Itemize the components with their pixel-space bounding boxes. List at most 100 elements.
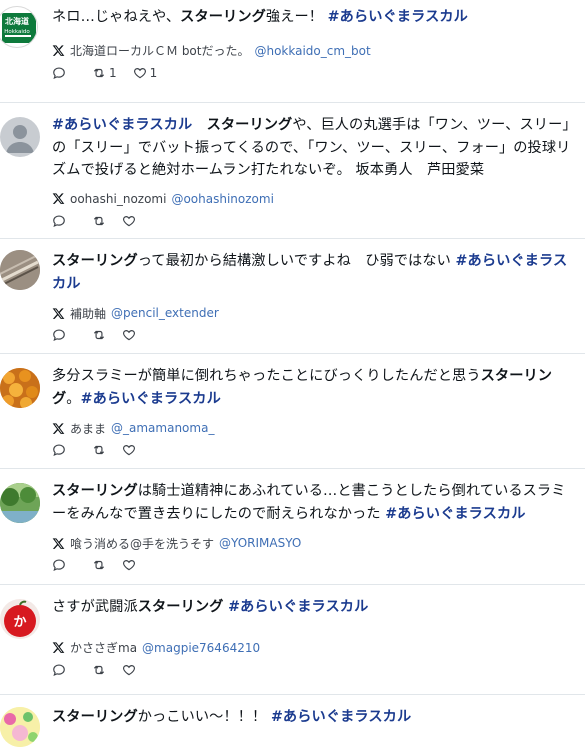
author-name: oohashi_nozomi bbox=[70, 191, 167, 206]
like-button[interactable] bbox=[122, 443, 136, 457]
like-button[interactable] bbox=[122, 663, 136, 677]
x-logo-icon bbox=[52, 193, 65, 204]
retweet-button[interactable] bbox=[92, 214, 106, 228]
like-count: 1 bbox=[149, 65, 158, 80]
reply-button[interactable] bbox=[52, 558, 66, 572]
author-name: 北海道ローカルＣＭ botだった。 bbox=[70, 44, 250, 58]
tweet-card[interactable]: スターリングかっこいい〜！！！ #あらいぐまラスカル bbox=[0, 695, 585, 753]
tweet-text: ネロ…じゃねえや、スターリング強えー！ #あらいぐまラスカル bbox=[52, 6, 575, 29]
retweet-button[interactable] bbox=[92, 443, 106, 457]
avatar[interactable]: 北海道 Hokkaido bbox=[0, 6, 38, 48]
retweet-icon bbox=[93, 68, 105, 77]
retweet-count: 1 bbox=[109, 65, 117, 80]
tweet-text: #あらいぐまラスカル スターリングや、巨人の丸選手は「ワン、ツー、スリー」の「ス… bbox=[52, 114, 575, 182]
tweet-card[interactable]: スターリングって最初から結構激しいですよね ひ弱ではない #あらいぐまラスカル … bbox=[0, 239, 585, 354]
reply-icon bbox=[53, 444, 65, 456]
tweet-author[interactable]: 補助軸 @pencil_extender bbox=[52, 305, 575, 321]
retweet-icon bbox=[93, 216, 105, 225]
author-handle[interactable]: @hokkaido_cm_bot bbox=[254, 44, 370, 58]
hashtag-link[interactable]: #あらいぐまラスカル bbox=[52, 117, 192, 133]
retweet-button[interactable] bbox=[92, 558, 106, 572]
hashtag-link[interactable]: #あらいぐまラスカル bbox=[228, 599, 368, 615]
tweet-card[interactable]: #あらいぐまラスカル スターリングや、巨人の丸選手は「ワン、ツー、スリー」の「ス… bbox=[0, 103, 585, 239]
tweet-card[interactable]: 多分スラミーが簡単に倒れちゃったことにびっくりしたんだと思うスターリング。#あら… bbox=[0, 354, 585, 469]
tweet-actions bbox=[52, 662, 575, 678]
hashtag-link[interactable]: #あらいぐまラスカル bbox=[81, 391, 221, 407]
text-segment: 強えー！ bbox=[265, 9, 328, 25]
text-segment: かっこいい〜！！！ bbox=[137, 709, 271, 725]
tweet-text: 多分スラミーが簡単に倒れちゃったことにびっくりしたんだと思うスターリング。#あら… bbox=[52, 365, 575, 410]
tweet-author[interactable]: oohashi_nozomi @oohashinozomi bbox=[52, 191, 575, 207]
author-name: かささぎma bbox=[70, 641, 138, 655]
avatar[interactable]: か bbox=[0, 599, 40, 639]
retweet-button[interactable] bbox=[92, 328, 106, 342]
like-button[interactable]: 1 bbox=[133, 65, 158, 80]
tweet-author[interactable]: かささぎma @magpie76464210 bbox=[52, 640, 575, 656]
avatar[interactable] bbox=[0, 707, 40, 747]
retweet-icon bbox=[93, 665, 105, 674]
tweet-text: スターリングって最初から結構激しいですよね ひ弱ではない #あらいぐまラスカル bbox=[52, 250, 575, 295]
retweet-icon bbox=[93, 330, 105, 340]
author-handle[interactable]: @oohashinozomi bbox=[171, 192, 273, 206]
tweet-actions bbox=[52, 327, 575, 343]
keyword-highlight: スターリング bbox=[206, 117, 293, 133]
avatar[interactable] bbox=[0, 250, 40, 290]
tweet-actions bbox=[52, 213, 575, 229]
author-handle[interactable]: @magpie76464210 bbox=[142, 641, 260, 655]
reply-button[interactable] bbox=[52, 443, 66, 457]
tweet-actions: 1 1 bbox=[52, 65, 575, 81]
x-logo-icon bbox=[52, 537, 65, 549]
hashtag-link[interactable]: #あらいぐまラスカル bbox=[271, 709, 411, 725]
green-landscape-image bbox=[0, 483, 40, 523]
retweet-button[interactable] bbox=[92, 663, 106, 677]
keyword-highlight: スターリング bbox=[52, 253, 138, 269]
like-button[interactable] bbox=[122, 214, 136, 228]
author-handle[interactable]: @_amamanoma_ bbox=[111, 421, 214, 435]
author-name: 補助軸 bbox=[70, 306, 107, 321]
hashtag-link[interactable]: #あらいぐまラスカル bbox=[385, 506, 525, 522]
text-segment: さすが武闘派 bbox=[52, 599, 138, 615]
keyword-highlight: スターリング bbox=[180, 9, 266, 25]
red-apple-image: か bbox=[0, 599, 40, 639]
like-button[interactable] bbox=[122, 558, 136, 572]
avatar[interactable] bbox=[0, 117, 40, 157]
like-button[interactable] bbox=[122, 328, 136, 342]
keyword-highlight: スターリング bbox=[137, 599, 224, 615]
reply-icon bbox=[53, 663, 65, 676]
x-logo-icon bbox=[52, 307, 65, 319]
tweet-card[interactable]: スターリングは騎士道精神にあふれている…と書こうとしたら倒れているスラミーをみん… bbox=[0, 469, 585, 585]
tweet-author[interactable]: 北海道ローカルＣＭ botだった。 @hokkaido_cm_bot bbox=[52, 43, 575, 59]
x-logo-icon bbox=[52, 422, 65, 434]
text-segment: 。 bbox=[66, 390, 81, 407]
reply-button[interactable] bbox=[52, 214, 66, 228]
tweet-card[interactable]: 北海道 Hokkaido ネロ…じゃねえや、スターリング強えー！ #あらいぐまラ… bbox=[0, 0, 585, 103]
default-user-icon bbox=[6, 125, 34, 153]
tweet-card[interactable]: か さすが武闘派スターリング #あらいぐまラスカル かささぎma @magpie… bbox=[0, 585, 585, 695]
reply-button[interactable] bbox=[52, 663, 66, 677]
tweet-actions bbox=[52, 442, 575, 458]
colorful-avatar-image bbox=[0, 707, 40, 747]
orange-flowers-image bbox=[0, 368, 40, 408]
avatar[interactable] bbox=[0, 483, 40, 523]
tweet-text: スターリングかっこいい〜！！！ #あらいぐまラスカル bbox=[52, 706, 575, 729]
reply-icon bbox=[53, 214, 65, 227]
retweet-icon bbox=[93, 560, 105, 570]
retweet-icon bbox=[93, 445, 105, 455]
reply-button[interactable] bbox=[52, 328, 66, 342]
heart-icon bbox=[123, 445, 135, 456]
heart-icon bbox=[123, 560, 135, 571]
tweet-feed: 北海道 Hokkaido ネロ…じゃねえや、スターリング強えー！ #あらいぐまラ… bbox=[0, 0, 585, 753]
retweet-button[interactable]: 1 bbox=[92, 66, 117, 80]
avatar[interactable] bbox=[0, 368, 40, 408]
author-name: 喰う消める@手を洗うそす bbox=[70, 536, 215, 551]
heart-icon bbox=[123, 215, 135, 226]
author-name: あまま bbox=[70, 421, 107, 436]
author-handle[interactable]: @pencil_extender bbox=[111, 306, 219, 320]
hokkaido-sign-image: 北海道 Hokkaido bbox=[2, 13, 36, 43]
tweet-author[interactable]: 喰う消める@手を洗うそす @YORIMASYO bbox=[52, 535, 575, 551]
author-handle[interactable]: @YORIMASYO bbox=[219, 536, 301, 550]
tweet-text: さすが武闘派スターリング #あらいぐまラスカル bbox=[52, 596, 575, 619]
tweet-author[interactable]: あまま @_amamanoma_ bbox=[52, 420, 575, 436]
hashtag-link[interactable]: #あらいぐまラスカル bbox=[328, 9, 468, 25]
reply-button[interactable] bbox=[52, 66, 66, 80]
